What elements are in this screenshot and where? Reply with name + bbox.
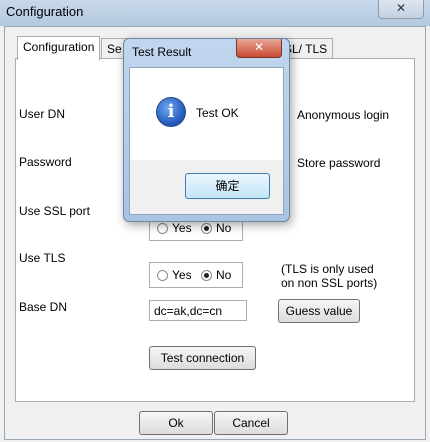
tls-no-radio[interactable] (201, 270, 212, 281)
ssl-yes-radio[interactable] (157, 223, 168, 234)
tls-radio-group: Yes No (149, 262, 243, 288)
dialog-confirm-button[interactable]: 确定 (185, 173, 270, 199)
test-connection-button[interactable]: Test connection (149, 346, 256, 370)
tab-label: Configuration (23, 40, 95, 54)
tab-configuration[interactable]: Configuration (17, 36, 101, 60)
ssl-no-label: No (216, 221, 232, 235)
tls-yes-label: Yes (172, 268, 192, 282)
tab-label: SL/ TLS (284, 42, 328, 56)
ssl-no-radio[interactable] (201, 223, 212, 234)
tls-note-line1: (TLS is only used (281, 262, 374, 276)
dialog-title: Test Result (132, 45, 192, 59)
window-title: Configuration (6, 4, 84, 19)
anonymous-login-label[interactable]: Anonymous login (297, 108, 389, 122)
tls-note-line2: on non SSL ports) (281, 276, 378, 290)
ssl-yes-label: Yes (172, 221, 192, 235)
cancel-button[interactable]: Cancel (214, 411, 288, 435)
tab-label: Se (107, 42, 122, 56)
info-icon: i (156, 97, 186, 127)
user-dn-label: User DN (19, 107, 66, 121)
guess-value-button[interactable]: Guess value (278, 299, 360, 323)
ok-button[interactable]: Ok (139, 411, 213, 435)
tls-no-label: No (216, 268, 232, 282)
tls-yes-radio[interactable] (157, 270, 168, 281)
base-dn-label: Base DN (19, 300, 68, 314)
window-close-button[interactable]: ✕ (378, 0, 424, 19)
close-icon: ✕ (253, 40, 265, 54)
base-dn-input[interactable] (149, 300, 247, 321)
use-ssl-port-label: Use SSL port (19, 204, 90, 218)
close-icon: ✕ (395, 1, 407, 15)
password-label: Password (19, 155, 72, 169)
dialog-close-button[interactable]: ✕ (236, 39, 282, 58)
dialog-message: Test OK (196, 106, 239, 120)
store-password-label[interactable]: Store password (297, 156, 380, 170)
use-tls-label: Use TLS (19, 251, 66, 265)
